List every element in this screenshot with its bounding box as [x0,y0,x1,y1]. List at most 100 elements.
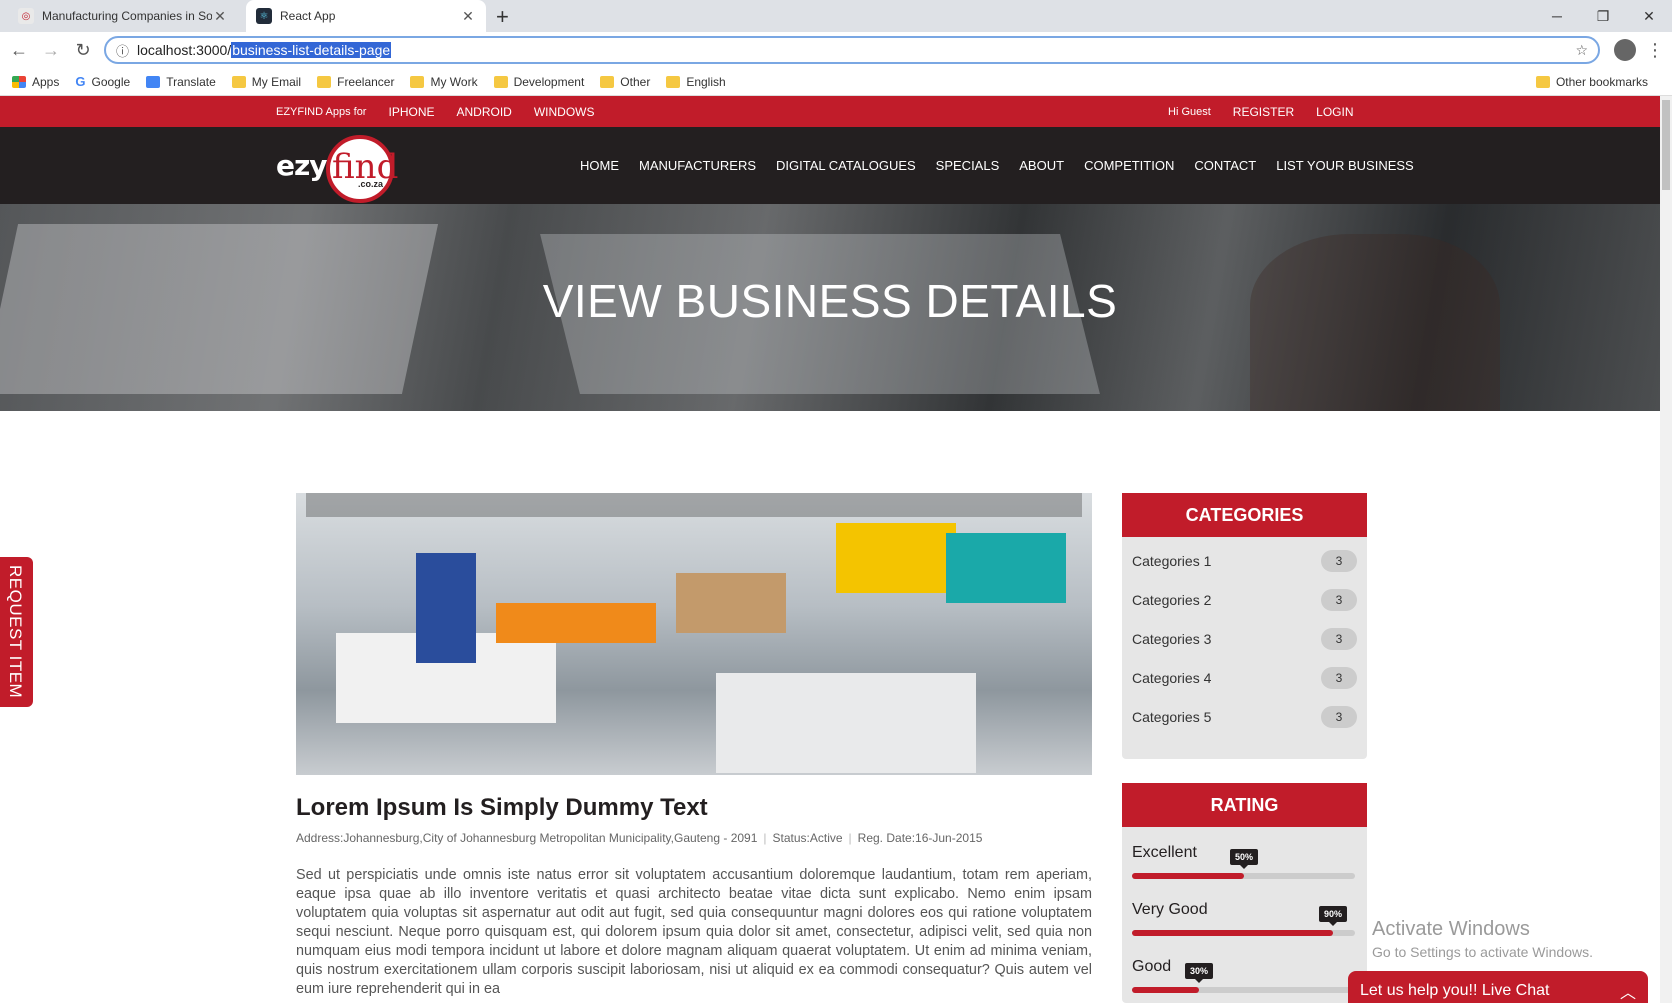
page-viewport: EZYFIND Apps for IPHONE ANDROID WINDOWS … [0,96,1672,1003]
hero-banner: VIEW BUSINESS DETAILS [0,204,1672,411]
translate-icon [146,75,161,88]
folder-icon [231,75,246,88]
folder-icon [666,75,681,88]
page-title: VIEW BUSINESS DETAILS [542,275,1118,327]
folder-icon [1535,76,1550,88]
top-bar: EZYFIND Apps for IPHONE ANDROID WINDOWS … [0,96,1672,127]
category-item[interactable]: Categories 4 3 [1122,658,1367,697]
apps-label: EZYFIND Apps for [276,105,367,118]
reload-icon[interactable]: ↻ [72,40,94,61]
rating-label: Excellent [1132,844,1197,861]
bookmark-label: Translate [166,74,216,89]
page-scrollbar[interactable] [1660,96,1672,1003]
profile-avatar-icon[interactable] [1614,39,1636,61]
close-tab-icon[interactable]: ✕ [460,8,476,25]
rating-heading: RATING [1122,783,1367,827]
window-controls: ─ ❐ ✕ [1534,0,1672,32]
rating-panel: RATING Excellent 50% Very Good 90% Good … [1122,783,1367,1003]
categories-panel: CATEGORIES Categories 1 3 Categories 2 3 C… [1122,493,1367,759]
rating-bar-fill [1132,873,1244,879]
category-item[interactable]: Categories 2 3 [1122,580,1367,619]
rating-bar [1132,930,1355,936]
scrollbar-thumb[interactable] [1662,100,1670,190]
request-item-tab[interactable]: REQUEST ITEM [0,557,33,707]
bookmark-other-bookmarks[interactable]: Other bookmarks [1535,68,1648,96]
category-label: Categories 5 [1132,708,1212,725]
business-status: Status:Active [772,831,843,845]
bookmark-label: Other bookmarks [1555,75,1648,89]
back-icon[interactable]: ← [8,40,30,61]
live-chat-widget[interactable]: Let us help you!! Live Chat ︿ [1348,971,1648,1003]
watermark-line2: Go to Settings to activate Windows. [1372,944,1593,960]
app-link-windows[interactable]: WINDOWS [534,105,595,119]
greeting-text: Hi Guest [1168,105,1211,118]
nav-list-your-business[interactable]: LIST YOUR BUSINESS [1276,158,1414,173]
rating-percent-tooltip: 90% [1319,906,1348,926]
ezyfind-favicon-icon: ◎ [18,8,34,24]
apps-grid-icon [12,75,26,88]
react-favicon-icon: ⚛ [256,8,272,24]
category-item[interactable]: Categories 3 3 [1122,619,1367,658]
nav-specials[interactable]: SPECIALS [936,158,1000,173]
nav-contact[interactable]: CONTACT [1194,158,1256,173]
image-shape [676,573,786,633]
minimize-icon[interactable]: ─ [1534,0,1580,32]
login-link[interactable]: LOGIN [1316,105,1353,119]
logo-ezy: ezy [276,149,328,182]
category-item[interactable]: Categories 5 3 [1122,697,1367,736]
tab-title: Manufacturing Companies in Sou [42,9,212,23]
business-address: Address:Johannesburg,City of Johannesbur… [296,831,758,845]
browser-tab-react-app[interactable]: ⚛ React App ✕ [246,0,486,32]
chevron-up-icon[interactable]: ︿ [1620,979,1636,1003]
nav-home[interactable]: HOME [580,158,619,173]
browser-tab-manufacturing[interactable]: ◎ Manufacturing Companies in Sou ✕ [8,0,238,32]
browser-menu-icon[interactable]: ⋮ [1646,40,1664,61]
rating-bar [1132,987,1355,993]
folder-icon [600,75,615,88]
rating-label: Very Good [1132,901,1208,918]
close-tab-icon[interactable]: ✕ [212,8,228,25]
close-window-icon[interactable]: ✕ [1626,0,1672,32]
bookmark-star-icon[interactable]: ☆ [1575,42,1588,59]
bookmark-other[interactable]: Other [600,75,650,89]
meta-separator: | [848,831,852,845]
new-tab-icon[interactable]: + [496,4,509,30]
bookmark-apps[interactable]: Apps [12,75,59,89]
google-icon: G [75,74,86,89]
bookmark-label: My Email [251,74,302,89]
site-info-icon[interactable]: ⓘ [116,41,129,60]
bookmark-translate[interactable]: Translate [146,75,216,89]
bookmark-english[interactable]: English [666,75,726,89]
bookmark-google[interactable]: G Google [75,74,130,89]
bookmark-freelancer[interactable]: Freelancer [317,75,394,89]
forward-icon[interactable]: → [40,40,62,61]
category-count-badge: 3 [1321,549,1357,572]
nav-digital-catalogues[interactable]: DIGITAL CATALOGUES [776,158,916,173]
bookmarks-bar: Apps G Google Translate My Email Freelanc… [0,68,1672,96]
bookmark-development[interactable]: Development [493,75,584,89]
app-link-android[interactable]: ANDROID [457,105,512,119]
rating-bar [1132,873,1355,879]
business-title: Lorem Ipsum Is Simply Dummy Text [296,794,708,821]
bookmark-my-email[interactable]: My Email [231,74,302,89]
image-shape [946,533,1066,603]
ezyfind-logo[interactable]: ezy find .co.za [276,135,400,203]
nav-about[interactable]: ABOUT [1019,158,1064,173]
category-count-badge: 3 [1321,666,1357,689]
app-link-iphone[interactable]: IPHONE [388,105,434,119]
address-bar-row: ← → ↻ ⓘ localhost:3000/ business-list-de… [0,32,1672,68]
image-shape [496,603,656,643]
category-count-badge: 3 [1321,627,1357,650]
bookmark-label: Google [91,74,131,89]
bookmark-my-work[interactable]: My Work [410,75,478,89]
restore-icon[interactable]: ❐ [1580,0,1626,32]
category-label: Categories 1 [1132,552,1212,569]
category-item[interactable]: Categories 1 3 [1122,541,1367,580]
tab-title: React App [280,9,336,23]
url-input[interactable]: ⓘ localhost:3000/ business-list-details-… [104,36,1600,64]
url-path: business-list-details-page [231,42,392,58]
nav-manufacturers[interactable]: MANUFACTURERS [639,158,756,173]
register-link[interactable]: REGISTER [1233,105,1294,119]
nav-competition[interactable]: COMPETITION [1084,158,1174,173]
category-label: Categories 4 [1132,669,1212,686]
